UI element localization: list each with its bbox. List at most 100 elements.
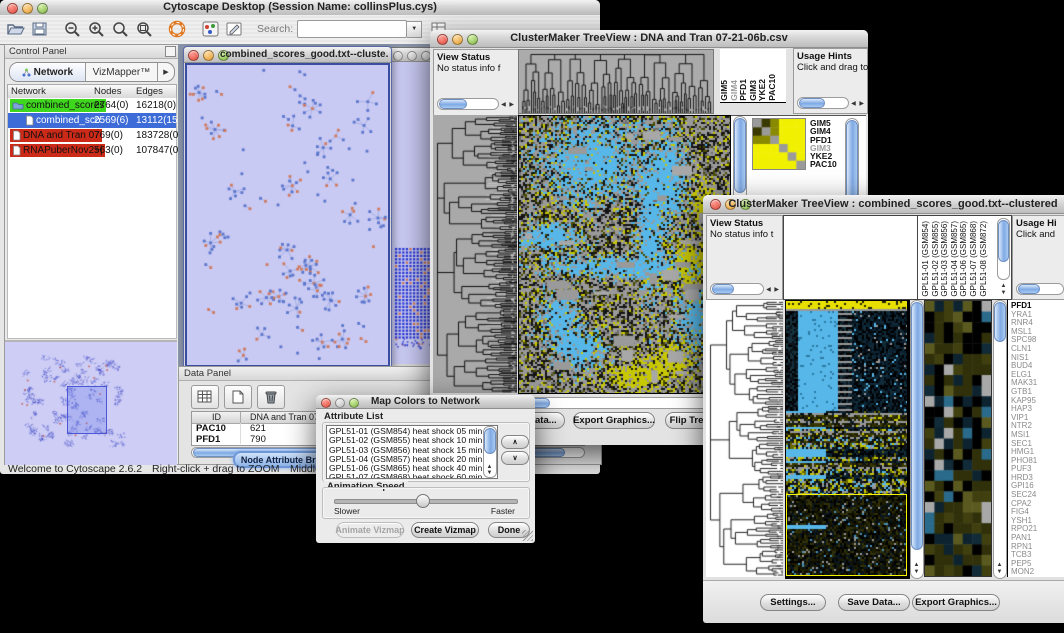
help-icon[interactable] <box>166 18 190 40</box>
attribute-list-label: Attribute List <box>324 411 383 422</box>
tv1-titlebar[interactable]: ClusterMaker TreeView : DNA and Tran 07-… <box>430 30 868 48</box>
scroll-thumb[interactable] <box>484 428 496 454</box>
tv1-zoom-heatmap[interactable] <box>752 118 806 170</box>
minimize-icon[interactable] <box>203 50 214 61</box>
tv1-title: ClusterMaker TreeView : DNA and Tran 07-… <box>430 32 868 44</box>
network-view-frame[interactable]: combined_scores_good.txt--cluste... <box>183 46 392 366</box>
scroll-thumb[interactable] <box>998 220 1009 262</box>
scroll-thumb[interactable] <box>734 118 746 193</box>
search-input[interactable] <box>297 20 407 38</box>
scroll-thumb[interactable] <box>994 302 1006 342</box>
zoom-out-icon[interactable] <box>61 18 85 40</box>
export-graphics----button[interactable]: Export Graphics... <box>912 594 1000 611</box>
network-name: RNAPuberNov2+| <box>23 145 103 156</box>
more-tabs-button[interactable]: ▶ <box>157 63 174 81</box>
network-row[interactable]: combined_sco2569(6)13112(15) <box>8 113 176 128</box>
column-label[interactable]: GPL51-07 (GSM868) <box>969 221 979 297</box>
tv2-row-dendrogram[interactable] <box>706 300 783 577</box>
column-label[interactable]: GPL51-06 (GSM865) <box>959 221 969 297</box>
scroll-thumb[interactable] <box>439 99 467 109</box>
scroll-thumb[interactable] <box>799 98 825 108</box>
main-titlebar[interactable]: Cytoscape Desktop (Session Name: collins… <box>0 0 600 16</box>
tv2-label-vscrollbar[interactable]: ▲▼ <box>993 300 1007 579</box>
move-down-button[interactable]: ∨ <box>501 451 529 465</box>
close-icon[interactable] <box>188 50 199 61</box>
row-label[interactable]: PAC10 <box>810 160 837 168</box>
delete-attribute-button[interactable] <box>257 385 285 409</box>
attribute-list-item[interactable]: GPL51-01 (GSM854) heat shock 05 min <box>329 427 495 436</box>
tv1-global-hscrollbar[interactable] <box>518 397 716 409</box>
save-data----button[interactable]: Save Data... <box>838 594 910 611</box>
attribute-list-item[interactable]: GPL51-06 (GSM865) heat shock 40 min <box>329 464 495 473</box>
control-panel: Control Panel Network VizMapper™ ▶ Netwo… <box>4 44 180 465</box>
zoom-fit-icon[interactable] <box>133 18 157 40</box>
network-row[interactable]: combined_scores2764(0)16218(0) <box>8 98 176 113</box>
tv2-status-hscrollbar[interactable] <box>710 283 764 295</box>
tv1-status-hscrollbar[interactable] <box>437 98 499 110</box>
attribute-list-item[interactable]: GPL51-03 (GSM856) heat shock 15 min <box>329 446 495 455</box>
edges-count: 13112(15) <box>136 113 181 128</box>
attribute-list-item[interactable]: GPL51-02 (GSM855) heat shock 10 min <box>329 436 495 445</box>
tv2-title: ClusterMaker TreeView : combined_scores_… <box>703 198 1064 210</box>
tv2-titlebar[interactable]: ClusterMaker TreeView : combined_scores_… <box>703 195 1064 214</box>
close-icon[interactable] <box>393 51 403 61</box>
column-label[interactable]: GPL51-08 (GSM872) <box>979 221 989 297</box>
network-view-canvas[interactable] <box>185 63 390 366</box>
tv1-hints-hscrollbar[interactable] <box>797 97 849 109</box>
scroll-thumb[interactable] <box>911 302 923 550</box>
zoom-in-icon[interactable] <box>85 18 109 40</box>
tv2-zoom-heatmap[interactable] <box>924 300 992 577</box>
scroll-thumb[interactable] <box>1018 284 1040 294</box>
minimize-icon[interactable] <box>407 51 417 61</box>
zoom-selected-icon[interactable] <box>109 18 133 40</box>
edges-count: 16218(0) <box>136 98 176 113</box>
tv1-global-heatmap[interactable] <box>518 115 731 394</box>
tv2-collabel-vscrollbar[interactable] <box>997 218 1010 280</box>
dialog-titlebar[interactable]: Map Colors to Network <box>316 395 535 409</box>
attribute-select-button[interactable] <box>191 385 219 409</box>
tv1-column-dendrogram[interactable] <box>518 49 714 114</box>
resize-grip[interactable] <box>522 530 533 541</box>
network-name: combined_scores <box>26 100 104 111</box>
tv2-hints-hscrollbar[interactable] <box>1016 283 1064 295</box>
network-frame-titlebar[interactable]: combined_scores_good.txt--cluste... <box>184 47 391 63</box>
network-name: DNA and Tran 07 <box>23 130 100 141</box>
export-graphics----button[interactable]: Export Graphics... <box>573 412 655 429</box>
scroll-thumb[interactable] <box>712 284 734 294</box>
tv2-heatmap-selection[interactable] <box>786 494 907 576</box>
network-row[interactable]: RNAPuberNov2+|563(0)107847(0) <box>8 143 176 158</box>
gene-label[interactable]: MON2 <box>1011 568 1064 577</box>
tv2-global-heatmap[interactable] <box>785 300 910 579</box>
attribute-list-vscrollbar[interactable]: ▲▼ <box>483 426 497 478</box>
attribute-list[interactable]: GPL51-01 (GSM854) heat shock 05 minGPL51… <box>326 425 498 479</box>
column-label[interactable]: PAC10 <box>768 74 778 101</box>
move-up-button[interactable]: ∧ <box>501 435 529 449</box>
settings----button[interactable]: Settings... <box>760 594 826 611</box>
create-vizmap-button[interactable]: Create Vizmap <box>411 522 479 538</box>
birdseye-viewport-rect[interactable] <box>67 386 107 434</box>
tv2-column-dendrogram-area[interactable] <box>783 215 918 300</box>
new-attribute-button[interactable] <box>224 385 252 409</box>
attribute-list-item[interactable]: GPL51-07 (GSM868) heat shock 60 min <box>329 473 495 479</box>
tv2-view-status-panel: View Status No status info t ◀ ▶ <box>706 215 783 300</box>
column-label[interactable]: GPL51-03 (GSM856) <box>940 221 950 297</box>
network-row[interactable]: DNA and Tran 07769(0)183728(0) <box>8 128 176 143</box>
tv1-usage-hints-panel: Usage Hints Click and drag to ◀ ▶ <box>793 48 868 114</box>
vizmapper-shortcut-icon[interactable] <box>199 18 223 40</box>
tv2-global-vscrollbar[interactable]: ▲▼ <box>910 300 924 579</box>
tab-vizmapper[interactable]: VizMapper™ <box>86 63 157 81</box>
column-label[interactable]: GPL51-04 (GSM857) <box>950 221 960 297</box>
column-label[interactable]: GPL51-02 (GSM855) <box>931 221 941 297</box>
tab-network[interactable]: Network <box>10 63 86 81</box>
tv1-row-dendrogram[interactable] <box>433 115 517 393</box>
column-label[interactable]: GPL51-01 (GSM854) <box>921 221 931 297</box>
slider-thumb[interactable] <box>416 494 430 508</box>
annotation-icon[interactable] <box>223 18 247 40</box>
save-icon[interactable] <box>28 18 52 40</box>
open-file-icon[interactable] <box>4 18 28 40</box>
search-dropdown-icon[interactable]: ▼ <box>407 21 422 38</box>
float-panel-icon[interactable] <box>165 46 176 57</box>
birdseye-view[interactable] <box>5 340 177 465</box>
tv2-gene-list: PFD1YRA1RNR4MSL1SPC98CLN1NIS1BUD4ELG1MAK… <box>1007 300 1064 577</box>
attribute-list-item[interactable]: GPL51-04 (GSM857) heat shock 20 min <box>329 455 495 464</box>
